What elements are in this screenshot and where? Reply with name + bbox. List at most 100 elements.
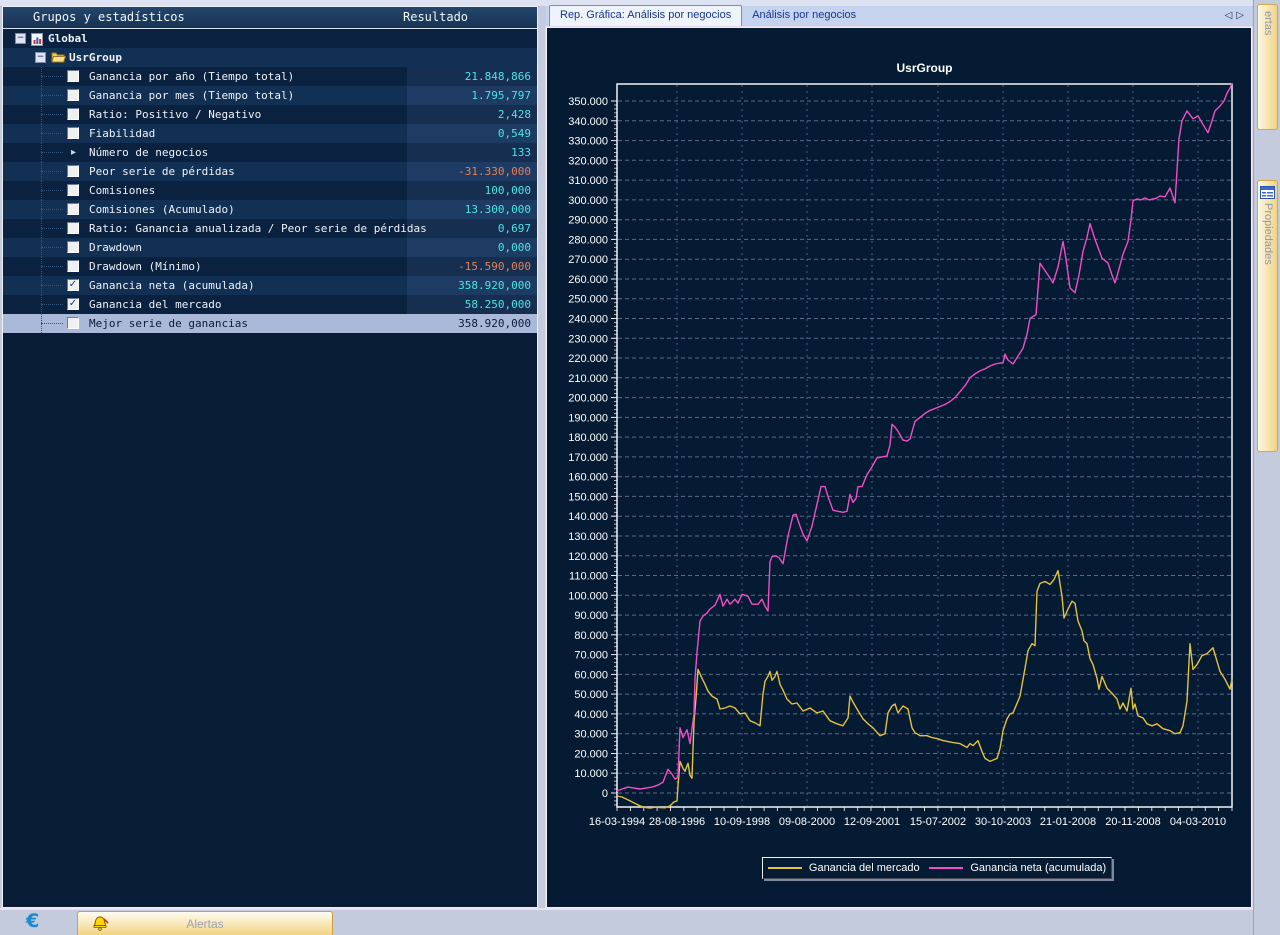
tab-next-icon[interactable]: ▷ <box>1236 10 1248 21</box>
stat-label: Ganancia del mercado <box>89 295 221 314</box>
chart-legend: Ganancia del mercado Ganancia neta (acum… <box>762 857 1112 879</box>
svg-text:20.000: 20.000 <box>574 749 608 761</box>
stat-label: Ganancia neta (acumulada) <box>89 276 255 295</box>
row-checkbox[interactable] <box>67 241 79 253</box>
tree-guide <box>41 247 63 248</box>
stat-row[interactable]: ✓ Ganancia del mercado 58.250,000 <box>3 295 537 314</box>
alert-bell-icon <box>92 916 109 931</box>
row-checkbox[interactable] <box>67 127 79 139</box>
tree-guide <box>41 171 63 172</box>
app-window: { "colors": { "accent_cyan": "#4AE4E4", … <box>0 0 1280 935</box>
stat-value: 13.300,000 <box>465 200 531 219</box>
svg-text:140.000: 140.000 <box>568 511 608 523</box>
stat-row[interactable]: Ratio: Ganancia anualizada / Peor serie … <box>3 219 537 238</box>
collapse-box-icon[interactable]: − <box>35 52 46 63</box>
svg-text:90.000: 90.000 <box>574 610 608 622</box>
tree-label-global: Global <box>48 29 88 48</box>
stat-row[interactable]: Peor serie de pérdidas -31.330,000 <box>3 162 537 181</box>
stat-value: 358.920,000 <box>458 276 531 295</box>
svg-text:10-09-1998: 10-09-1998 <box>714 816 770 828</box>
svg-text:70.000: 70.000 <box>574 650 608 662</box>
stat-row[interactable]: Fiabilidad 0,549 <box>3 124 537 143</box>
stat-value: 1.795,797 <box>471 86 531 105</box>
svg-text:180.000: 180.000 <box>568 432 608 444</box>
stat-label: Comisiones (Acumulado) <box>89 200 235 219</box>
side-tab-alertas-label: ertas <box>1262 11 1274 35</box>
tab-rep-grafica[interactable]: Rep. Gráfica: Análisis por negocios <box>549 5 742 26</box>
stat-label: Ganancia por mes (Tiempo total) <box>89 86 294 105</box>
legend-entry-market: Ganancia del mercado <box>768 862 920 874</box>
side-tab-propiedades-label: Propiedades <box>1262 203 1274 265</box>
side-tab-alertas[interactable]: ertas <box>1257 4 1278 130</box>
row-checkbox[interactable]: ✓ <box>67 279 79 291</box>
svg-text:110.000: 110.000 <box>569 571 608 583</box>
svg-text:320.000: 320.000 <box>568 155 608 167</box>
stat-value: 0,000 <box>498 238 531 257</box>
svg-text:12-09-2001: 12-09-2001 <box>844 816 900 828</box>
svg-text:270.000: 270.000 <box>568 254 608 266</box>
row-checkbox[interactable]: ✓ <box>67 298 79 310</box>
svg-text:160.000: 160.000 <box>568 472 608 484</box>
statistics-header: Grupos y estadísticos Resultado <box>3 7 537 29</box>
svg-text:04-03-2010: 04-03-2010 <box>1170 816 1226 828</box>
row-checkbox[interactable] <box>67 260 79 272</box>
row-checkbox[interactable] <box>67 184 79 196</box>
tree-row-global[interactable]: − Global <box>3 29 537 48</box>
tree-guide <box>41 266 63 267</box>
alertas-dock-tab[interactable]: Alertas <box>77 911 333 935</box>
stat-row[interactable]: Drawdown 0,000 <box>3 238 537 257</box>
tree-guide <box>41 133 63 134</box>
svg-text:280.000: 280.000 <box>568 234 608 246</box>
svg-text:340.000: 340.000 <box>568 116 608 128</box>
svg-text:30.000: 30.000 <box>574 729 608 741</box>
stat-row[interactable]: Ratio: Positivo / Negativo 2,428 <box>3 105 537 124</box>
stat-row[interactable]: Comisiones (Acumulado) 13.300,000 <box>3 200 537 219</box>
side-tab-propiedades[interactable]: Propiedades <box>1257 180 1278 452</box>
svg-text:80.000: 80.000 <box>574 630 608 642</box>
svg-text:330.000: 330.000 <box>568 136 608 148</box>
report-tab-bar: Rep. Gráfica: Análisis por negocios Anál… <box>546 6 1252 27</box>
tab-analisis-negocios[interactable]: Análisis por negocios <box>742 6 866 26</box>
stat-label: Ratio: Positivo / Negativo <box>89 105 261 124</box>
svg-text:60.000: 60.000 <box>574 669 608 681</box>
stat-value: -15.590,000 <box>458 257 531 276</box>
row-checkbox[interactable] <box>67 317 79 329</box>
svg-text:130.000: 130.000 <box>568 531 608 543</box>
stat-row[interactable]: ▸ Número de negocios 133 <box>3 143 537 162</box>
stat-row[interactable]: Mejor serie de ganancias 358.920,000 <box>3 314 537 333</box>
stat-row[interactable]: Ganancia por mes (Tiempo total) 1.795,79… <box>3 86 537 105</box>
stat-label: Ganancia por año (Tiempo total) <box>89 67 294 86</box>
svg-text:21-01-2008: 21-01-2008 <box>1040 816 1096 828</box>
stat-value: 100,000 <box>485 181 531 200</box>
row-checkbox[interactable] <box>67 89 79 101</box>
tree-row-usrgroup[interactable]: − UsrGroup <box>3 48 537 67</box>
expand-arrow-icon[interactable]: ▸ <box>71 143 76 162</box>
stat-value: 0,697 <box>498 219 531 238</box>
stat-value: -31.330,000 <box>458 162 531 181</box>
tab-nav-arrows: ◁▷ <box>1225 10 1248 21</box>
svg-text:150.000: 150.000 <box>568 491 608 503</box>
stat-row[interactable]: Ganancia por año (Tiempo total) 21.848,8… <box>3 67 537 86</box>
tree-guide <box>41 114 63 115</box>
stat-row[interactable]: Comisiones 100,000 <box>3 181 537 200</box>
tree-guide <box>41 228 63 229</box>
stat-label: Ratio: Ganancia anualizada / Peor serie … <box>89 219 427 238</box>
collapse-box-icon[interactable]: − <box>15 33 26 44</box>
row-checkbox[interactable] <box>67 203 79 215</box>
row-checkbox[interactable] <box>67 222 79 234</box>
stat-value: 358.920,000 <box>458 314 531 333</box>
stat-row[interactable]: Drawdown (Mínimo) -15.590,000 <box>3 257 537 276</box>
row-checkbox[interactable] <box>67 70 79 82</box>
tree-label-usrgroup: UsrGroup <box>69 48 122 67</box>
properties-list-icon <box>1260 186 1275 199</box>
stat-label: Número de negocios <box>89 143 208 162</box>
svg-text:28-08-1996: 28-08-1996 <box>649 816 705 828</box>
svg-text:310.000: 310.000 <box>568 175 608 187</box>
row-checkbox[interactable] <box>67 165 79 177</box>
stat-label: Peor serie de pérdidas <box>89 162 235 181</box>
tab-prev-icon[interactable]: ◁ <box>1225 10 1237 21</box>
tree-guide <box>41 95 63 96</box>
svg-text:0: 0 <box>602 788 608 800</box>
row-checkbox[interactable] <box>67 108 79 120</box>
stat-row[interactable]: ✓ Ganancia neta (acumulada) 358.920,000 <box>3 276 537 295</box>
